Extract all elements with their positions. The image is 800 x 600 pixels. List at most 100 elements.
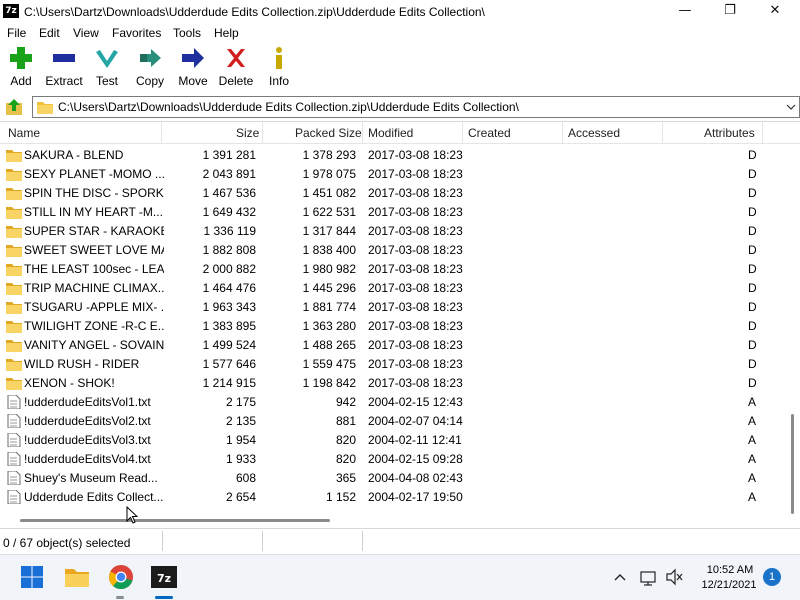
- column-divider[interactable]: [562, 122, 563, 144]
- list-item[interactable]: SPIN THE DISC - SPORK 1 467 536 1 451 082 2…: [0, 184, 790, 203]
- extract-button[interactable]: Extract: [42, 46, 86, 90]
- list-item[interactable]: WILD RUSH - RIDER 1 577 646 1 559 475 2017-…: [0, 355, 790, 374]
- file-explorer-icon[interactable]: [63, 563, 91, 591]
- status-divider: [162, 531, 163, 551]
- column-created[interactable]: Created: [468, 126, 511, 140]
- list-item[interactable]: XENON - SHOK! 1 214 915 1 198 842 2017-03-0…: [0, 374, 790, 393]
- notification-badge[interactable]: 1: [763, 568, 781, 586]
- delete-button[interactable]: Delete: [218, 46, 254, 90]
- double-arrow-icon: [140, 49, 161, 67]
- column-modified[interactable]: Modified: [368, 126, 413, 140]
- file-modified: 2017-03-08 18:23: [368, 167, 463, 181]
- vertical-scroll-thumb[interactable]: [791, 414, 794, 514]
- file-attributes: A: [748, 433, 757, 447]
- file-size: 1 933: [225, 452, 256, 466]
- column-divider[interactable]: [161, 122, 162, 144]
- file-modified: 2017-03-08 18:23: [368, 148, 463, 162]
- copy-button[interactable]: Copy: [133, 46, 167, 90]
- network-icon[interactable]: [638, 563, 658, 591]
- menu-file[interactable]: File: [7, 26, 26, 40]
- horizontal-scrollbar[interactable]: [0, 516, 790, 526]
- file-attributes: A: [748, 471, 757, 485]
- folder-icon: [6, 245, 22, 257]
- windows-start-icon[interactable]: [18, 563, 46, 591]
- menu-help[interactable]: Help: [214, 26, 239, 40]
- list-item[interactable]: !udderdudeEditsVol1.txt 2 175 942 2004-02-1…: [0, 393, 790, 412]
- info-icon: [276, 47, 282, 69]
- chevron-down-icon[interactable]: [785, 101, 797, 113]
- info-button[interactable]: Info: [265, 46, 293, 90]
- file-size: 1 391 281: [202, 148, 256, 162]
- file-name: !udderdudeEditsVol1.txt: [24, 395, 151, 409]
- svg-text:7z: 7z: [157, 572, 171, 585]
- menu-view[interactable]: View: [73, 26, 99, 40]
- file-packed-size: 1 445 296: [302, 281, 356, 295]
- file-packed-size: 1 559 475: [302, 357, 356, 371]
- move-label: Move: [178, 74, 208, 88]
- clock-time[interactable]: 10:52 AM: [702, 564, 758, 576]
- column-divider[interactable]: [762, 122, 763, 144]
- list-item[interactable]: VANITY ANGEL - SOVAIN 1 499 524 1 488 265 2…: [0, 336, 790, 355]
- column-divider[interactable]: [662, 122, 663, 144]
- file-size: 2 000 882: [202, 262, 256, 276]
- status-divider: [362, 531, 363, 551]
- list-item[interactable]: !udderdudeEditsVol2.txt 2 135 881 2004-02-0…: [0, 412, 790, 431]
- speaker-muted-icon[interactable]: [664, 563, 684, 591]
- list-header: Name Size Packed Size Modified Created A…: [0, 122, 800, 144]
- file-packed-size: 1 198 842: [302, 376, 356, 390]
- column-packed-size[interactable]: Packed Size: [295, 126, 362, 140]
- file-name: TRIP MACHINE CLIMAX...: [24, 281, 164, 295]
- test-button[interactable]: Test: [92, 46, 122, 90]
- column-size[interactable]: Size: [236, 126, 259, 140]
- folder-icon: [6, 340, 22, 352]
- list-item[interactable]: TRIP MACHINE CLIMAX... 1 464 476 1 445 296…: [0, 279, 790, 298]
- list-item[interactable]: TWILIGHT ZONE -R-C E... 1 383 895 1 363 28…: [0, 317, 790, 336]
- file-modified: 2017-03-08 18:23: [368, 319, 463, 333]
- file-size: 1 214 915: [202, 376, 256, 390]
- list-item[interactable]: Udderdude Edits Collect... 2 654 1 152 2004…: [0, 488, 790, 507]
- file-modified: 2004-02-17 19:50: [368, 490, 463, 504]
- add-button[interactable]: Add: [4, 46, 38, 90]
- column-accessed[interactable]: Accessed: [568, 126, 620, 140]
- horizontal-scroll-thumb[interactable]: [20, 519, 330, 522]
- maximize-button[interactable]: ❐: [707, 0, 753, 24]
- vertical-scrollbar[interactable]: [788, 146, 800, 516]
- column-attributes[interactable]: Attributes: [704, 126, 755, 140]
- extract-label: Extract: [45, 74, 83, 88]
- list-item[interactable]: TSUGARU -APPLE MIX- ... 1 963 343 1 881 77…: [0, 298, 790, 317]
- up-folder-icon[interactable]: [4, 97, 24, 117]
- list-item[interactable]: Shuey's Museum Read... 608 365 2004-04-08 0…: [0, 469, 790, 488]
- list-item[interactable]: SEXY PLANET -MOMO ... 2 043 891 1 978 075 2…: [0, 165, 790, 184]
- close-button[interactable]: ✕: [752, 0, 798, 24]
- path-input[interactable]: C:\Users\Dartz\Downloads\Udderdude Edits…: [32, 96, 800, 118]
- minimize-button[interactable]: —: [662, 0, 708, 24]
- list-item[interactable]: !udderdudeEditsVol4.txt 1 933 820 2004-02-1…: [0, 450, 790, 469]
- column-divider[interactable]: [262, 122, 263, 144]
- file-attributes: D: [748, 300, 757, 314]
- list-item[interactable]: THE LEAST 100sec - LEA... 2 000 882 1 980 …: [0, 260, 790, 279]
- taskbar: 7z 10:52 AM 12/21/2021 1: [0, 554, 800, 600]
- column-divider[interactable]: [462, 122, 463, 144]
- list-item[interactable]: !udderdudeEditsVol3.txt 1 954 820 2004-02-1…: [0, 431, 790, 450]
- column-name[interactable]: Name: [8, 126, 40, 140]
- menu-favorites[interactable]: Favorites: [112, 26, 161, 40]
- chevron-up-icon[interactable]: [612, 563, 628, 591]
- file-packed-size: 1 363 280: [302, 319, 356, 333]
- arrow-right-icon: [182, 48, 204, 68]
- 7zip-icon[interactable]: 7z: [150, 563, 178, 591]
- file-size: 1 499 524: [202, 338, 256, 352]
- list-item[interactable]: SUPER STAR - KARAOKE 1 336 119 1 317 844 20…: [0, 222, 790, 241]
- clock-date[interactable]: 12/21/2021: [696, 579, 762, 591]
- column-divider[interactable]: [362, 122, 363, 144]
- file-name: SWEET SWEET LOVE MA...: [24, 243, 164, 257]
- list-item[interactable]: SWEET SWEET LOVE MA... 1 882 808 1 838 400…: [0, 241, 790, 260]
- chrome-icon[interactable]: [107, 563, 135, 591]
- menu-edit[interactable]: Edit: [39, 26, 60, 40]
- menu-tools[interactable]: Tools: [173, 26, 201, 40]
- file-packed-size: 1 978 075: [302, 167, 356, 181]
- file-name: !udderdudeEditsVol3.txt: [24, 433, 151, 447]
- move-button[interactable]: Move: [176, 46, 210, 90]
- list-item[interactable]: SAKURA - BLEND 1 391 281 1 378 293 2017-03-…: [0, 146, 790, 165]
- file-attributes: D: [748, 262, 757, 276]
- list-item[interactable]: STILL IN MY HEART -M... 1 649 432 1 622 53…: [0, 203, 790, 222]
